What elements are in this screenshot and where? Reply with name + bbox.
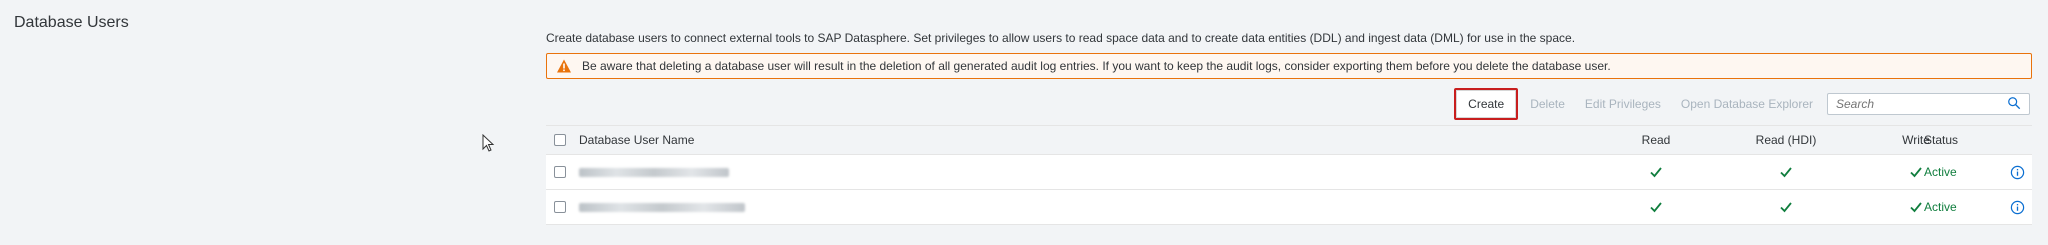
read-check-icon xyxy=(1649,200,1663,214)
write-check-icon xyxy=(1909,200,1923,214)
column-header-name[interactable]: Database User Name xyxy=(579,126,694,154)
mouse-cursor-icon xyxy=(482,134,495,152)
info-icon[interactable] xyxy=(2010,200,2025,215)
column-header-read-hdi[interactable]: Read (HDI) xyxy=(1716,126,1856,154)
warning-message-strip: Be aware that deleting a database user w… xyxy=(546,53,2032,79)
column-header-status[interactable]: Status xyxy=(1924,126,2024,154)
read-check-icon xyxy=(1649,165,1663,179)
edit-privileges-button[interactable]: Edit Privileges xyxy=(1575,97,1671,111)
read-hdi-check-icon xyxy=(1779,165,1793,179)
database-users-table: Database User Name Read Read (HDI) Write… xyxy=(546,125,2032,225)
warning-icon xyxy=(556,58,572,74)
table-header-row: Database User Name Read Read (HDI) Write… xyxy=(546,126,2032,155)
database-users-panel: Create database users to connect externa… xyxy=(546,30,2032,225)
open-database-explorer-button[interactable]: Open Database Explorer xyxy=(1671,97,1823,111)
search-input[interactable] xyxy=(1828,96,2007,112)
read-hdi-check-icon xyxy=(1779,200,1793,214)
status-text: Active xyxy=(1924,200,1957,214)
description-text: Create database users to connect externa… xyxy=(546,31,1576,45)
table-row[interactable]: Active xyxy=(546,155,2032,190)
search-field[interactable] xyxy=(1827,93,2030,115)
status-text: Active xyxy=(1924,165,1957,179)
row-checkbox[interactable] xyxy=(554,201,566,213)
database-user-name-redacted xyxy=(579,202,745,212)
section-title: Database Users xyxy=(14,14,129,31)
create-button[interactable]: Create xyxy=(1454,88,1519,120)
delete-button[interactable]: Delete xyxy=(1520,97,1575,111)
search-icon[interactable] xyxy=(2007,96,2023,112)
row-checkbox[interactable] xyxy=(554,166,566,178)
table-toolbar: Create Delete Edit Privileges Open Datab… xyxy=(546,84,2032,124)
warning-text: Be aware that deleting a database user w… xyxy=(582,59,1611,73)
column-header-read[interactable]: Read xyxy=(1596,126,1716,154)
database-user-name-redacted xyxy=(579,167,729,177)
select-all-checkbox[interactable] xyxy=(554,134,566,146)
write-check-icon xyxy=(1909,165,1923,179)
info-icon[interactable] xyxy=(2010,165,2025,180)
table-row[interactable]: Active xyxy=(546,190,2032,225)
